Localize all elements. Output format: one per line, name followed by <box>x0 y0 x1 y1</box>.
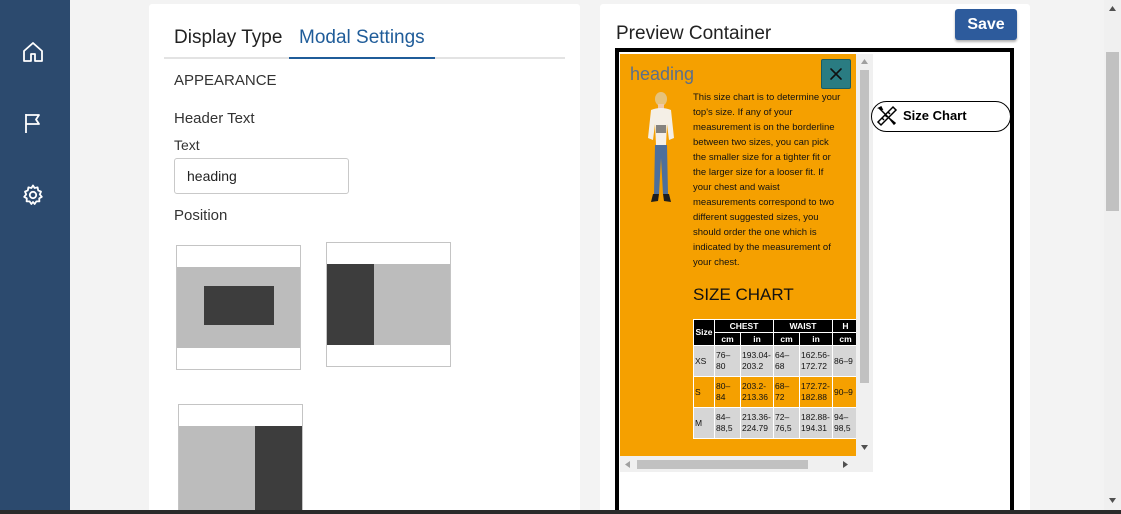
scroll-left-arrow-icon[interactable] <box>624 460 631 469</box>
table-cell-size: S <box>693 376 715 408</box>
table-unit-header: cm <box>773 332 800 346</box>
home-icon[interactable] <box>21 40 45 64</box>
preview-panel: Preview Container Save heading This size… <box>600 4 1030 514</box>
table-row: S 80–84 203.2-213.36 68–72 172.72-182.88… <box>693 376 856 408</box>
sidebar <box>0 0 70 514</box>
table-unit-header: cm <box>714 332 741 346</box>
tab-modal-settings[interactable]: Modal Settings <box>299 27 425 49</box>
model-image <box>648 92 674 202</box>
table-row: M 84–88,5 213.36-224.79 72–76,5 182.88-1… <box>693 407 856 439</box>
table-cell: 72–76,5 <box>773 407 800 439</box>
position-option-right[interactable] <box>178 404 303 514</box>
bottom-edge <box>0 510 1121 514</box>
table-cell: 203.2-213.36 <box>740 376 774 408</box>
table-cell: 86–9 <box>832 345 856 377</box>
size-chart-modal: heading This size chart is to determine … <box>620 54 856 456</box>
gear-icon[interactable] <box>21 183 45 207</box>
table-cell-size: M <box>693 407 715 439</box>
table-cell-size: XS <box>693 345 715 377</box>
table-header-size: Size <box>693 319 715 346</box>
modal-heading: heading <box>630 64 695 84</box>
header-text-label: Header Text <box>174 110 255 127</box>
preview-title: Preview Container <box>616 23 772 44</box>
table-cell: 193.04-203.2 <box>740 345 774 377</box>
size-chart-button-label: Size Chart <box>903 108 967 123</box>
position-option-left[interactable] <box>326 242 451 367</box>
modal-scroll-thumb[interactable] <box>860 70 869 383</box>
page-scrollbar[interactable] <box>1104 0 1121 510</box>
table-header-group: WAIST <box>773 319 833 333</box>
header-text-input[interactable] <box>174 158 349 194</box>
size-table-container: Size CHEST WAIST H cm in cm in cm XS 76–… <box>693 319 856 455</box>
section-title: APPEARANCE <box>174 72 277 89</box>
table-row: XS 76–80 193.04-203.2 64–68 162.56-172.7… <box>693 345 856 377</box>
table-cell: 213.36-224.79 <box>740 407 774 439</box>
settings-panel: Display Type Modal Settings APPEARANCE H… <box>149 4 580 514</box>
table-cell: 172.72-182.88 <box>799 376 833 408</box>
flag-icon[interactable] <box>21 111 45 135</box>
scroll-up-arrow-icon[interactable] <box>860 58 869 65</box>
text-label: Text <box>174 137 200 153</box>
table-cell: 90–9 <box>832 376 856 408</box>
table-cell: 80–84 <box>714 376 741 408</box>
close-button[interactable] <box>821 59 851 89</box>
modal-description: This size chart is to determine your top… <box>693 92 841 268</box>
table-cell: 94–98,5 <box>832 407 856 439</box>
scroll-right-arrow-icon[interactable] <box>842 460 849 469</box>
page-scroll-thumb[interactable] <box>1106 52 1119 211</box>
modal-hscroll-thumb[interactable] <box>637 460 808 469</box>
tab-display-type[interactable]: Display Type <box>174 27 282 49</box>
preview-container: heading This size chart is to determine … <box>615 48 1014 514</box>
page-scroll-up-icon[interactable] <box>1108 5 1117 12</box>
scroll-down-arrow-icon[interactable] <box>860 444 869 451</box>
table-header-group: H <box>832 319 856 333</box>
close-icon <box>830 68 842 80</box>
table-cell: 182.88-194.31 <box>799 407 833 439</box>
table-unit-header: in <box>740 332 774 346</box>
active-tab-indicator <box>289 57 435 59</box>
table-header-group: CHEST <box>714 319 774 333</box>
table-cell: 76–80 <box>714 345 741 377</box>
position-label: Position <box>174 207 228 224</box>
settings-tabs: Display Type Modal Settings <box>164 24 565 59</box>
position-option-center[interactable] <box>176 245 301 370</box>
table-cell: 84–88,5 <box>714 407 741 439</box>
modal-horizontal-scrollbar[interactable] <box>620 456 873 472</box>
size-chart-button[interactable]: Size Chart <box>871 101 1010 132</box>
page-scroll-down-icon[interactable] <box>1108 497 1117 504</box>
table-unit-header: cm <box>832 332 856 346</box>
size-chart-heading: SIZE CHART <box>693 285 794 304</box>
table-cell: 64–68 <box>773 345 800 377</box>
ruler-pencil-icon <box>876 105 898 127</box>
table-cell: 162.56-172.72 <box>799 345 833 377</box>
size-table: Size CHEST WAIST H cm in cm in cm XS 76–… <box>693 319 856 439</box>
table-cell: 68–72 <box>773 376 800 408</box>
save-button[interactable]: Save <box>955 9 1017 40</box>
table-unit-header: in <box>799 332 833 346</box>
